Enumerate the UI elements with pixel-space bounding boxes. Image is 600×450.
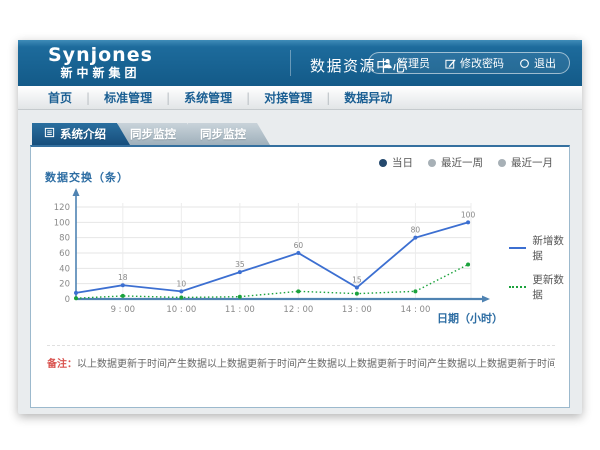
svg-text:9 : 00: 9 : 00 — [111, 305, 136, 315]
logo-text-cn: 新中新集团 — [48, 66, 153, 81]
note-label: 备注： — [47, 359, 77, 370]
svg-text:20: 20 — [59, 280, 70, 290]
nav-item-4[interactable]: 数据异动 — [344, 89, 392, 106]
nav-item-3[interactable]: 对接管理 — [264, 89, 312, 106]
change-password-button[interactable]: 修改密码 — [445, 55, 504, 71]
svg-text:80: 80 — [411, 226, 421, 235]
nav-item-2[interactable]: 系统管理 — [184, 89, 232, 106]
content-area: 系统介绍同步监控同步监控 当日最近一周最近一月 数据交换（条） 02040608… — [18, 110, 582, 414]
chart-card: 当日最近一周最近一月 数据交换（条） 0204060801001209 : 00… — [30, 145, 570, 408]
svg-text:14 : 00: 14 : 00 — [400, 305, 430, 315]
main-nav: 首页 | 标准管理 | 系统管理 | 对接管理 | 数据异动 — [18, 86, 582, 110]
note-text: 以上数据更新于时间产生数据以上数据更新于时间产生数据以上数据更新于时间产生数据以… — [77, 359, 555, 370]
svg-text:40: 40 — [59, 264, 70, 274]
app-window: Synjones 新中新集团 数据资源中心 管理员修改密码退出 首页 | 标准管理 |… — [18, 40, 582, 414]
legend-item-0: 新增数据 — [509, 233, 569, 263]
svg-text:120: 120 — [54, 203, 70, 213]
edit-icon — [445, 58, 456, 69]
admin-user-button[interactable]: 管理员 — [382, 55, 430, 71]
radio-dot-icon — [428, 159, 436, 167]
svg-text:0: 0 — [65, 295, 70, 305]
nav-separator: | — [326, 91, 330, 105]
tab-2[interactable]: 同步监控 — [188, 123, 270, 145]
svg-text:15: 15 — [352, 276, 362, 285]
svg-text:12 : 00: 12 : 00 — [283, 305, 313, 315]
tab-bar: 系统介绍同步监控同步监控 — [32, 123, 258, 145]
logout-button[interactable]: 退出 — [519, 55, 556, 71]
radio-dot-icon — [498, 159, 506, 167]
range-option-0[interactable]: 当日 — [379, 155, 413, 170]
chart-legend: 新增数据更新数据 — [509, 233, 569, 302]
nav-separator: | — [86, 91, 90, 105]
legend-item-1: 更新数据 — [509, 272, 569, 302]
svg-text:60: 60 — [59, 249, 70, 259]
svg-text:11 : 00: 11 : 00 — [225, 305, 255, 315]
footer-note: 备注：以上数据更新于时间产生数据以上数据更新于时间产生数据以上数据更新于时间产生… — [47, 345, 555, 370]
time-range-options: 当日最近一周最近一月 — [379, 155, 553, 170]
logo-text-en: Synjones — [48, 44, 153, 66]
range-option-2[interactable]: 最近一月 — [498, 155, 553, 170]
header: Synjones 新中新集团 数据资源中心 管理员修改密码退出 — [18, 40, 582, 86]
nav-item-0[interactable]: 首页 — [48, 89, 72, 106]
tab-1[interactable]: 同步监控 — [118, 123, 200, 145]
user-icon — [382, 58, 393, 69]
svg-text:60: 60 — [294, 241, 304, 250]
svg-text:35: 35 — [235, 260, 245, 269]
svg-text:100: 100 — [461, 210, 476, 219]
svg-text:10: 10 — [177, 279, 187, 288]
range-option-1[interactable]: 最近一周 — [428, 155, 483, 170]
radio-dot-icon — [379, 159, 387, 167]
x-axis-title: 日期（小时） — [437, 310, 503, 326]
line-chart: 0 20 40 60 80 100 120 9 : 00 10 : 00 11 : 00 12 : … — [41, 183, 501, 333]
svg-text:18: 18 — [118, 273, 128, 282]
svg-text:100: 100 — [54, 218, 70, 228]
brand-logo: Synjones 新中新集团 — [48, 44, 153, 81]
legend-swatch — [509, 247, 526, 249]
power-icon — [519, 58, 530, 69]
header-divider — [290, 50, 291, 76]
document-icon — [44, 127, 55, 141]
tab-0[interactable]: 系统介绍 — [32, 123, 130, 145]
nav-separator: | — [246, 91, 250, 105]
nav-separator: | — [166, 91, 170, 105]
nav-item-1[interactable]: 标准管理 — [104, 89, 152, 106]
svg-text:80: 80 — [59, 234, 70, 244]
svg-text:10 : 00: 10 : 00 — [166, 305, 196, 315]
user-actions-pill: 管理员修改密码退出 — [368, 52, 570, 74]
legend-swatch — [509, 286, 526, 288]
svg-text:13 : 00: 13 : 00 — [342, 305, 372, 315]
